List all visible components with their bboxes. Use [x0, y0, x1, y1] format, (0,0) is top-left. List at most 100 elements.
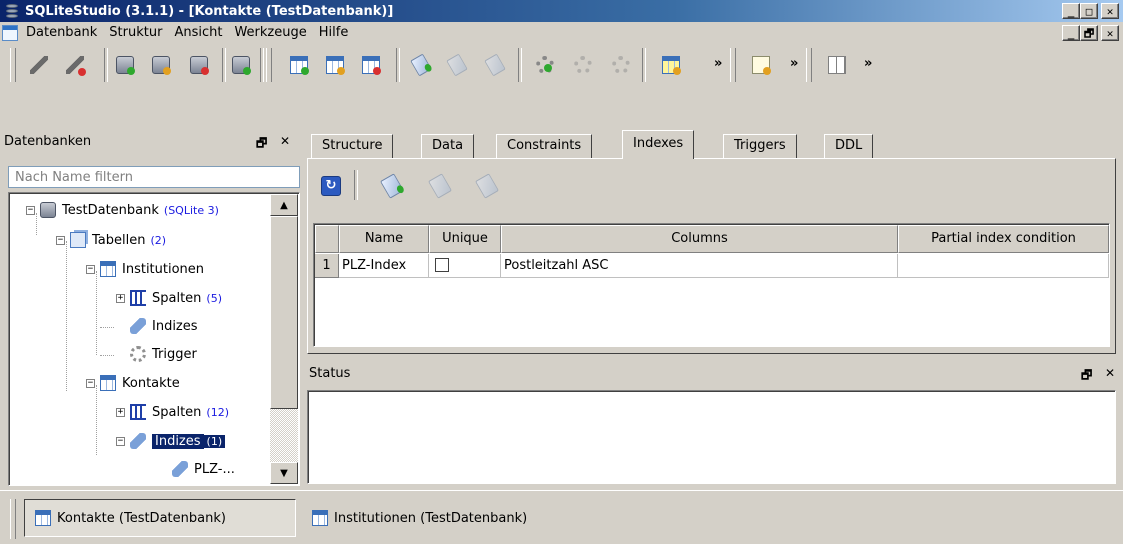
- child-restore-button[interactable]: 🗗: [1080, 25, 1098, 41]
- tab-structure[interactable]: Structure: [311, 134, 394, 158]
- edit-table-icon[interactable]: [326, 56, 345, 75]
- column-header-name[interactable]: Name: [339, 225, 429, 253]
- tab-constraints[interactable]: Constraints: [496, 134, 593, 158]
- float-icon[interactable]: 🗗: [256, 134, 267, 155]
- columns-icon: [130, 290, 146, 306]
- databases-dock-header: Datenbanken 🗗 ✕: [0, 131, 300, 153]
- refresh-icon[interactable]: ↻: [321, 176, 341, 196]
- close-icon[interactable]: ✕: [280, 134, 290, 148]
- toolbar-overflow-icon-3[interactable]: »: [864, 56, 872, 71]
- indexes-icon: [130, 318, 146, 334]
- child-close-button[interactable]: ✕: [1101, 25, 1119, 41]
- tree-table-institutionen[interactable]: − Institutionen: [86, 258, 204, 280]
- tab-indexes[interactable]: Indexes: [622, 130, 695, 159]
- database-tree: − TestDatenbank (SQLite 3) − Tabellen (2…: [8, 192, 300, 486]
- delete-database-icon[interactable]: [190, 56, 209, 75]
- float-icon[interactable]: 🗗: [1081, 366, 1092, 387]
- tree-inst-columns[interactable]: + Spalten (5): [116, 287, 222, 309]
- window-list-icon[interactable]: [828, 56, 846, 74]
- edit-trigger-icon[interactable]: [574, 56, 592, 74]
- delete-table-icon[interactable]: [362, 56, 381, 75]
- tree-kont-indexes[interactable]: − Indizes (1): [116, 430, 226, 452]
- cell-condition[interactable]: [898, 254, 1109, 278]
- delete-trigger-icon[interactable]: [612, 56, 630, 74]
- tree-database[interactable]: − TestDatenbank (SQLite 3): [26, 199, 219, 221]
- tab-data[interactable]: Data: [421, 134, 475, 158]
- database-icon: [40, 202, 56, 218]
- column-header-condition[interactable]: Partial index condition: [898, 225, 1109, 253]
- tables-icon: [70, 232, 86, 248]
- table-icon: [100, 261, 116, 277]
- cell-unique[interactable]: [429, 254, 501, 278]
- close-icon[interactable]: ✕: [1105, 366, 1115, 380]
- tree-inst-indexes[interactable]: Indizes: [130, 315, 198, 337]
- edit-database-icon[interactable]: [152, 56, 171, 75]
- cell-name[interactable]: PLZ-Index: [339, 254, 429, 278]
- unique-checkbox[interactable]: [435, 258, 449, 272]
- column-header-columns[interactable]: Columns: [501, 225, 898, 253]
- collapse-icon[interactable]: −: [86, 264, 95, 274]
- toolbar-overflow-icon-2[interactable]: »: [790, 56, 798, 71]
- status-dock-header: Status 🗗 ✕: [307, 362, 1123, 386]
- tree-scrollbar[interactable]: ▲ ▼: [270, 194, 298, 484]
- sqlitestudio-icon: [4, 3, 20, 19]
- document-icon[interactable]: [2, 25, 18, 41]
- tree-kont-index-plz[interactable]: PLZ-...: [172, 458, 235, 480]
- maximize-button[interactable]: □: [1080, 3, 1098, 19]
- child-minimize-button[interactable]: _: [1062, 25, 1080, 41]
- tab-ddl[interactable]: DDL: [824, 134, 874, 158]
- window-list-bar: Kontakte (TestDatenbank) Institutionen (…: [0, 490, 1123, 544]
- menu-bar: Datenbank Struktur Ansicht Werkzeuge Hil…: [0, 22, 1123, 44]
- minimize-button[interactable]: _: [1062, 3, 1080, 19]
- tree-inst-triggers[interactable]: Trigger: [130, 343, 197, 365]
- databases-title: Datenbanken: [4, 134, 92, 149]
- window-button-kontakte[interactable]: Kontakte (TestDatenbank): [24, 499, 296, 537]
- scroll-thumb[interactable]: [270, 216, 298, 409]
- expand-icon[interactable]: +: [116, 407, 125, 417]
- collapse-icon[interactable]: −: [56, 235, 65, 245]
- column-header-unique[interactable]: Unique: [429, 225, 501, 253]
- expand-icon[interactable]: +: [116, 293, 125, 303]
- window-title: SQLiteStudio (3.1.1) - [Kontakte (TestDa…: [25, 3, 394, 19]
- collapse-icon[interactable]: −: [86, 378, 95, 388]
- tab-triggers[interactable]: Triggers: [723, 134, 797, 158]
- connect-icon[interactable]: [30, 56, 48, 74]
- scroll-down-icon[interactable]: ▼: [270, 462, 298, 484]
- filter-input[interactable]: [13, 169, 295, 185]
- scroll-up-icon[interactable]: ▲: [270, 194, 298, 216]
- collapse-icon[interactable]: −: [26, 205, 35, 215]
- add-index-icon[interactable]: [410, 53, 433, 77]
- menu-ansicht[interactable]: Ansicht: [168, 22, 228, 44]
- tree-table-kontakte[interactable]: − Kontakte: [86, 372, 180, 394]
- title-bar: SQLiteStudio (3.1.1) - [Kontakte (TestDa…: [0, 0, 1123, 22]
- disconnect-icon[interactable]: [66, 56, 86, 76]
- add-database-icon[interactable]: [116, 56, 135, 75]
- tree-tables[interactable]: − Tabellen (2): [56, 229, 166, 251]
- edit-index-icon[interactable]: [446, 53, 468, 77]
- status-log: [307, 390, 1116, 484]
- sql-editor-icon[interactable]: [752, 56, 771, 75]
- filter-field: [8, 166, 300, 188]
- add-trigger-icon[interactable]: [536, 56, 554, 74]
- import-icon[interactable]: [662, 56, 681, 75]
- menu-datenbank[interactable]: Datenbank: [20, 22, 103, 44]
- toolbar-overflow-icon[interactable]: »: [714, 56, 722, 71]
- menu-werkzeuge[interactable]: Werkzeuge: [228, 22, 312, 44]
- refresh-schema-icon[interactable]: [232, 56, 251, 75]
- cell-columns[interactable]: Postleitzahl ASC: [501, 254, 898, 278]
- row-number: 1: [315, 254, 339, 278]
- add-table-icon[interactable]: [290, 56, 309, 75]
- table-icon: [100, 375, 116, 391]
- menu-struktur[interactable]: Struktur: [103, 22, 168, 44]
- row-number-header: [315, 225, 339, 253]
- collapse-icon[interactable]: −: [116, 436, 125, 446]
- close-button[interactable]: ✕: [1101, 3, 1119, 19]
- menu-hilfe[interactable]: Hilfe: [313, 22, 355, 44]
- window-button-institutionen[interactable]: Institutionen (TestDatenbank): [302, 499, 537, 537]
- index-icon: [172, 461, 188, 477]
- table-icon: [312, 510, 328, 526]
- main-toolbar: » » »: [0, 44, 1123, 86]
- table-icon: [35, 510, 51, 526]
- tree-kont-columns[interactable]: + Spalten (12): [116, 401, 229, 423]
- delete-index-icon[interactable]: [484, 53, 506, 77]
